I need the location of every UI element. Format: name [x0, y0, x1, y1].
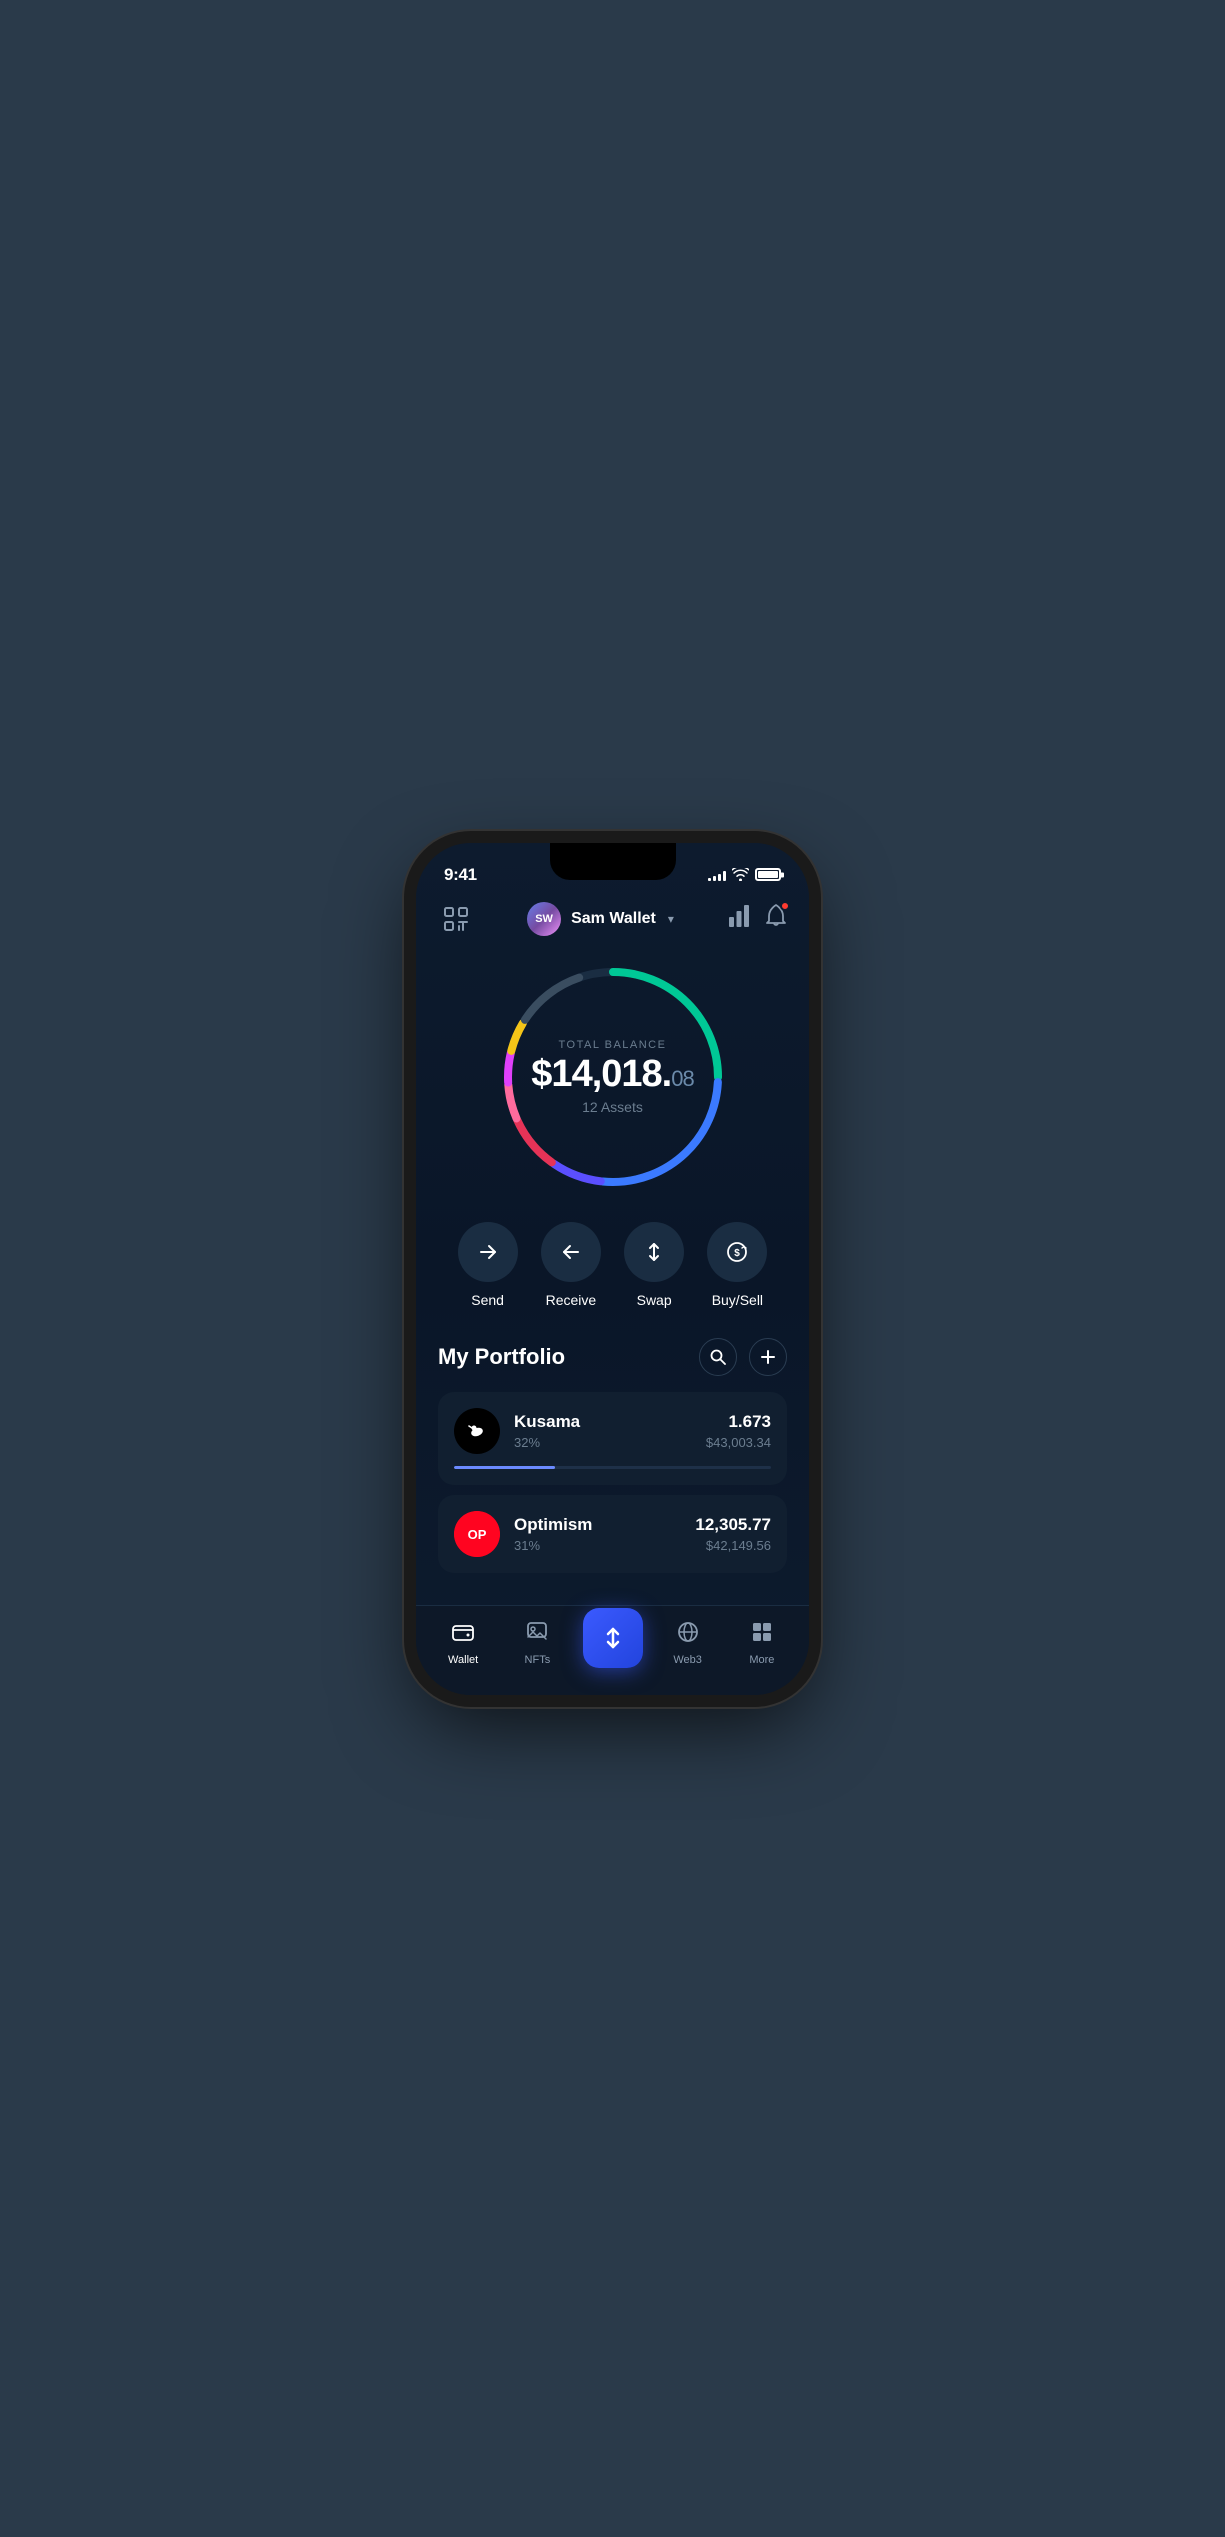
donut-chart: TOTAL BALANCE $14,018.08 12 Assets: [493, 957, 733, 1197]
receive-action[interactable]: Receive: [541, 1222, 601, 1308]
receive-button[interactable]: [541, 1222, 601, 1282]
portfolio-header: My Portfolio: [438, 1338, 787, 1376]
optimism-row: OP Optimism 31% 12,305.77 $42,149.56: [454, 1511, 771, 1557]
donut-center: TOTAL BALANCE $14,018.08 12 Assets: [531, 1039, 693, 1115]
svg-text:OP: OP: [468, 1527, 487, 1542]
swap-label: Swap: [637, 1292, 672, 1308]
portfolio-actions: [699, 1338, 787, 1376]
buysell-label: Buy/Sell: [712, 1292, 763, 1308]
kusama-info: Kusama 32%: [514, 1412, 692, 1450]
kusama-progress-bar: [454, 1466, 771, 1469]
kusama-row: Kusama 32% 1.673 $43,003.34: [454, 1408, 771, 1454]
phone-frame: 9:41: [416, 843, 809, 1695]
optimism-percent: 31%: [514, 1538, 681, 1553]
status-time: 9:41: [444, 865, 477, 885]
nav-more-label: More: [749, 1654, 774, 1666]
status-icons: [708, 868, 781, 881]
web3-nav-icon: [676, 1620, 700, 1650]
buysell-action[interactable]: $ Buy/Sell: [707, 1222, 767, 1308]
nav-web3[interactable]: Web3: [651, 1620, 725, 1666]
balance-main: $14,018.: [531, 1053, 671, 1095]
swap-button[interactable]: [624, 1222, 684, 1282]
optimism-info: Optimism 31%: [514, 1515, 681, 1553]
swap-action[interactable]: Swap: [624, 1222, 684, 1308]
bell-container: [765, 904, 787, 933]
portfolio-title: My Portfolio: [438, 1344, 565, 1370]
kusama-progress-fill: [454, 1466, 555, 1469]
optimism-amount: 12,305.77: [695, 1515, 771, 1535]
battery-icon: [755, 868, 781, 881]
kusama-name: Kusama: [514, 1412, 692, 1432]
optimism-icon: OP: [454, 1511, 500, 1557]
add-asset-button[interactable]: [749, 1338, 787, 1376]
kusama-amount: 1.673: [706, 1412, 771, 1432]
assets-count: 12 Assets: [531, 1099, 693, 1115]
svg-text:$: $: [735, 1248, 741, 1259]
kusama-card[interactable]: Kusama 32% 1.673 $43,003.34: [438, 1392, 787, 1485]
balance-cents: 08: [671, 1066, 693, 1091]
wifi-icon: [732, 868, 749, 881]
header: SW Sam Wallet ▾: [416, 893, 809, 947]
balance-chart-section: TOTAL BALANCE $14,018.08 12 Assets: [416, 947, 809, 1202]
notch: [550, 843, 676, 880]
send-button[interactable]: [458, 1222, 518, 1282]
bottom-navigation: Wallet NFTs: [416, 1605, 809, 1695]
nav-nfts[interactable]: NFTs: [500, 1620, 574, 1666]
nav-wallet-label: Wallet: [448, 1654, 478, 1666]
optimism-name: Optimism: [514, 1515, 681, 1535]
nav-wallet[interactable]: Wallet: [426, 1620, 500, 1666]
nav-nfts-label: NFTs: [525, 1654, 551, 1666]
receive-label: Receive: [546, 1292, 597, 1308]
chevron-down-icon: ▾: [668, 912, 674, 926]
header-right: [727, 904, 787, 933]
signal-icon: [708, 869, 726, 881]
wallet-name: Sam Wallet: [571, 910, 656, 928]
optimism-usd: $42,149.56: [695, 1538, 771, 1553]
search-button[interactable]: [699, 1338, 737, 1376]
optimism-card[interactable]: OP Optimism 31% 12,305.77 $42,149.56: [438, 1495, 787, 1573]
optimism-values: 12,305.77 $42,149.56: [695, 1515, 771, 1553]
send-action[interactable]: Send: [458, 1222, 518, 1308]
action-buttons: Send Receive: [416, 1202, 809, 1318]
kusama-percent: 32%: [514, 1435, 692, 1450]
kusama-values: 1.673 $43,003.34: [706, 1412, 771, 1450]
nav-more[interactable]: More: [725, 1620, 799, 1666]
chart-icon[interactable]: [727, 905, 751, 932]
notification-dot: [780, 901, 790, 911]
wallet-nav-icon: [451, 1620, 475, 1650]
nfts-nav-icon: [525, 1620, 549, 1650]
nav-center[interactable]: [583, 1608, 643, 1678]
kusama-icon: [454, 1408, 500, 1454]
buysell-button[interactable]: $: [707, 1222, 767, 1282]
center-action-button[interactable]: [583, 1608, 643, 1668]
kusama-usd: $43,003.34: [706, 1435, 771, 1450]
nav-web3-label: Web3: [673, 1654, 702, 1666]
avatar: SW: [527, 902, 561, 936]
phone-screen: 9:41: [416, 843, 809, 1695]
wallet-selector[interactable]: SW Sam Wallet ▾: [527, 902, 674, 936]
send-label: Send: [471, 1292, 504, 1308]
balance-label: TOTAL BALANCE: [531, 1039, 693, 1051]
balance-amount: $14,018.08: [531, 1055, 693, 1093]
more-nav-icon: [750, 1620, 774, 1650]
scan-icon[interactable]: [438, 901, 474, 937]
